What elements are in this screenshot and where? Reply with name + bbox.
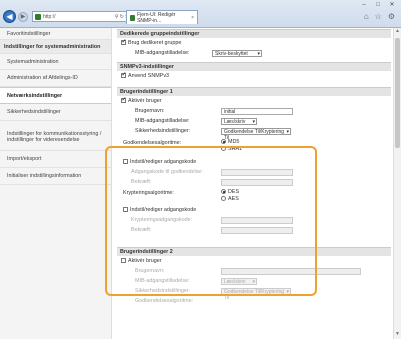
dedicated-use-label: Brug dedikeret gruppe xyxy=(128,40,182,46)
dedicated-mib-label: MIB-adgangstilladelse: xyxy=(135,50,190,56)
back-button[interactable]: ◀ xyxy=(3,10,16,23)
close-window-button[interactable]: ✕ xyxy=(386,1,398,9)
user1-mib-select[interactable]: Læs/skriv ▾ xyxy=(221,117,257,125)
site-icon xyxy=(35,13,41,20)
favorites-icon[interactable]: ☆ xyxy=(375,12,382,21)
section-user1: Brugerindstillinger 1 xyxy=(117,87,391,96)
scroll-down-icon[interactable]: ▼ xyxy=(394,331,401,339)
sidebar: Favoritindstillinger Indstillinger for s… xyxy=(0,28,112,339)
sidebar-item-initialize[interactable]: Initialiser indstillingsinformation xyxy=(0,168,111,185)
user1-username-row: Brugernavn: initial xyxy=(117,106,391,116)
user1-security-row: Sikkerhedsindstillinger: Godkendelse Til… xyxy=(117,126,391,141)
dedicated-use-row: Brug dedikeret gruppe xyxy=(117,38,391,48)
sidebar-item-comm-control[interactable]: Indstillinger for kommunikationsstyring … xyxy=(0,121,111,151)
dedicated-mib-select[interactable]: Skriv-beskyttet ▾ xyxy=(212,49,262,57)
chevron-down-icon: ▾ xyxy=(252,118,255,125)
user1-auth-md5-wrap[interactable]: MD5 xyxy=(221,139,239,145)
tab-title: Fjern-UI: Redigér SNMP-in... xyxy=(137,11,176,24)
sidebar-item-import-export[interactable]: Import/eksport xyxy=(0,151,111,168)
sidebar-item-label: Indstillinger for kommunikationsstyring … xyxy=(7,130,102,143)
scroll-up-icon[interactable]: ▲ xyxy=(394,28,401,36)
search-icon[interactable]: ⚲ xyxy=(115,14,119,20)
sidebar-heading-label: Indstillinger for systemadministration xyxy=(4,43,101,50)
dedicated-mib-row: MIB-adgangstilladelse: Skriv-beskyttet ▾ xyxy=(117,48,391,58)
maximize-button[interactable]: □ xyxy=(372,1,384,9)
snmpv3-use-checkbox[interactable] xyxy=(121,71,127,79)
user2-auth-algo-row: Godkendelsesalgoritme: xyxy=(117,296,391,306)
chevron-down-icon: ▾ xyxy=(257,50,260,57)
user1-mib-label: MIB-adgangstilladelse: xyxy=(135,118,190,124)
sidebar-heading-system-admin: Indstillinger for systemadministration xyxy=(0,40,111,54)
settings-gear-icon[interactable]: ⚙ xyxy=(388,12,395,21)
nav-row: ◀ ▶ http:// ⚲ ↻ ✕ xyxy=(3,10,132,23)
user1-security-label: Sikkerhedsindstillinger: xyxy=(135,128,191,134)
user1-auth-md5-radio[interactable] xyxy=(221,139,226,145)
sidebar-item-label: Administration af Afdelings-ID xyxy=(7,75,78,81)
sidebar-item-dept-id[interactable]: Administration af Afdelings-ID xyxy=(0,70,111,87)
page-scrollbar[interactable]: ▲ ▼ xyxy=(393,28,401,339)
user1-activate-wrap[interactable]: Aktivér bruger xyxy=(121,96,162,104)
sidebar-item-network[interactable]: Netværksindstillinger xyxy=(0,87,111,104)
sidebar-item-label: Netværksindstillinger xyxy=(7,92,63,99)
user1-security-value: Godkendelse Til/Kryptering Til xyxy=(224,128,285,141)
dedicated-mib-value: Skriv-beskyttet xyxy=(215,50,248,57)
sidebar-item-label: Favoritindstillinger xyxy=(7,30,51,37)
forward-button[interactable]: ▶ xyxy=(18,12,28,22)
window-controls: – □ ✕ xyxy=(358,1,398,9)
highlight-frame xyxy=(105,146,317,296)
sidebar-item-label: Systemadministration xyxy=(7,58,59,65)
user1-mib-value: Læs/skriv xyxy=(224,118,246,125)
browser-tools: ⌂ ☆ ⚙ xyxy=(364,12,395,21)
tab-close-icon[interactable]: × xyxy=(191,15,194,21)
refresh-icon[interactable]: ↻ xyxy=(120,14,124,20)
sidebar-item-favorites[interactable]: Favoritindstillinger xyxy=(0,28,111,40)
sidebar-item-label: Sikkerhedsindstillinger xyxy=(7,109,61,115)
browser-chrome: – □ ✕ ◀ ▶ http:// ⚲ ↻ ✕ Fjern-UI: Redigé… xyxy=(0,0,401,28)
address-bar[interactable]: http:// ⚲ ↻ ✕ xyxy=(32,11,132,22)
browser-tab[interactable]: Fjern-UI: Redigér SNMP-in... × xyxy=(126,10,198,24)
user2-auth-algo-label: Godkendelsesalgoritme: xyxy=(135,298,194,304)
sidebar-item-security[interactable]: Sikkerhedsindstillinger xyxy=(0,104,111,121)
user1-mib-row: MIB-adgangstilladelse: Læs/skriv ▾ xyxy=(117,116,391,126)
minimize-button[interactable]: – xyxy=(358,1,370,9)
page: Favoritindstillinger Indstillinger for s… xyxy=(0,28,401,339)
sidebar-item-label: Import/eksport xyxy=(7,156,42,162)
snmpv3-use-checkbox-wrap[interactable]: Anvend SNMPv3 xyxy=(121,71,170,79)
sidebar-item-label: Initialiser indstillingsinformation xyxy=(7,173,82,179)
user1-activate-label: Aktivér bruger xyxy=(128,98,162,104)
section-snmpv3: SNMPv3-indstillinger xyxy=(117,62,391,71)
tab-site-icon xyxy=(130,14,136,21)
dedicated-use-checkbox[interactable] xyxy=(121,38,127,46)
user1-auth-md5-label: MD5 xyxy=(228,139,240,145)
address-url[interactable]: http:// xyxy=(43,14,114,20)
user1-username-label: Brugernavn: xyxy=(135,108,165,114)
user1-activate-row: Aktivér bruger xyxy=(117,96,391,106)
sidebar-item-system-admin[interactable]: Systemadministration xyxy=(0,54,111,70)
user1-security-select[interactable]: Godkendelse Til/Kryptering Til ▾ xyxy=(221,127,291,141)
user1-activate-checkbox[interactable] xyxy=(121,96,127,104)
dedicated-use-checkbox-wrap[interactable]: Brug dedikeret gruppe xyxy=(121,38,182,46)
section-dedicated-group: Dedikerede gruppeindstillinger xyxy=(117,29,391,38)
scroll-thumb[interactable] xyxy=(395,38,400,148)
user1-username-input[interactable]: initial xyxy=(221,107,293,115)
snmpv3-use-label: Anvend SNMPv3 xyxy=(128,73,170,79)
snmpv3-use-row: Anvend SNMPv3 xyxy=(117,71,391,81)
home-icon[interactable]: ⌂ xyxy=(364,12,369,21)
chevron-down-icon: ▾ xyxy=(286,128,289,135)
